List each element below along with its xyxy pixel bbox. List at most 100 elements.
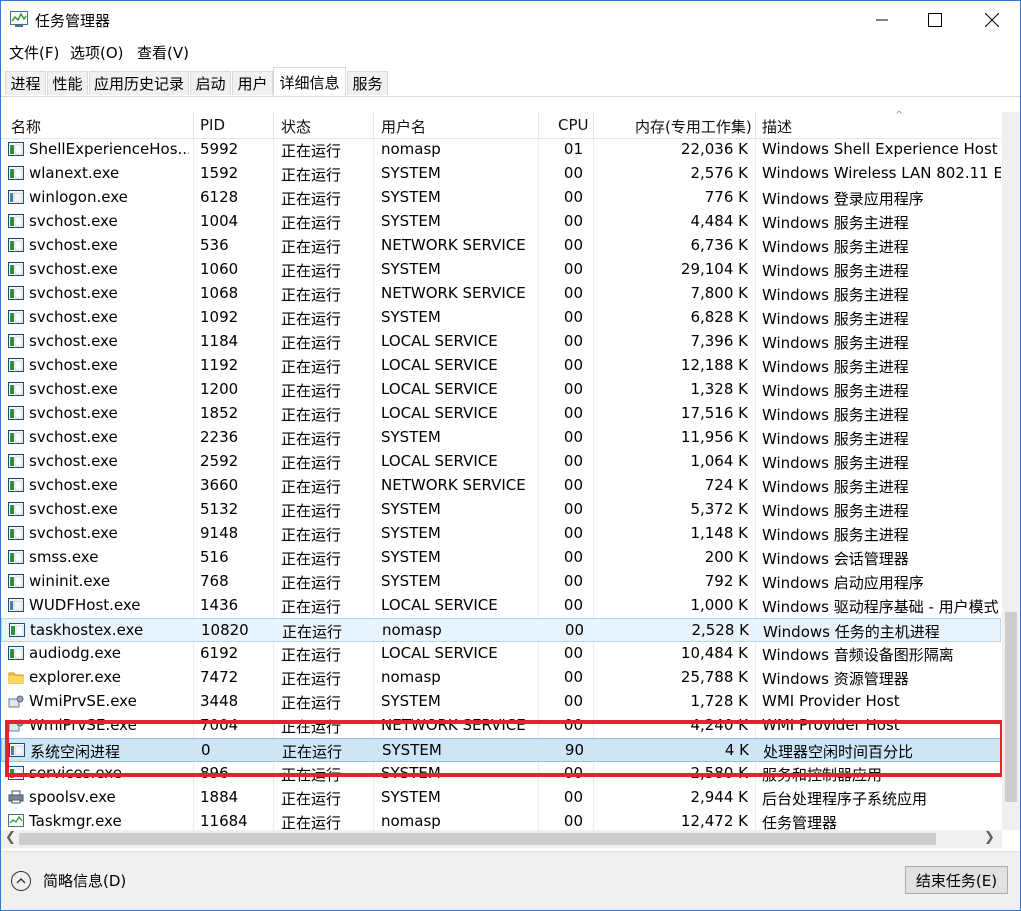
table-row[interactable]: Taskmgr.exe 11684 正在运行 nomasp 00 12,472 K 任务管理…	[1, 810, 1001, 830]
table-row[interactable]: svchost.exe 9148 正在运行 SYSTEM 00 1,148 K Window…	[1, 522, 1001, 546]
tab-performance[interactable]: 性能	[47, 71, 88, 95]
process-description: Windows 服务主进程	[762, 334, 909, 352]
process-user: SYSTEM	[381, 500, 441, 518]
table-row[interactable]: winlogon.exe 6128 正在运行 SYSTEM 00 776 K Windows…	[1, 186, 1001, 210]
horizontal-scroll-thumb[interactable]	[19, 833, 936, 845]
process-pid: 10820	[201, 621, 249, 639]
process-name: taskhostex.exe	[30, 621, 144, 639]
minimize-button[interactable]	[854, 1, 909, 38]
process-cpu: 00	[563, 188, 583, 206]
process-pid: 516	[200, 548, 229, 566]
table-row[interactable]: explorer.exe 7472 正在运行 nomasp 00 25,788 K Wind…	[1, 666, 1001, 690]
table-row[interactable]: taskhostex.exe 10820 正在运行 nomasp 00 2,528 K Wi…	[1, 618, 1001, 642]
process-pid: 2592	[200, 452, 239, 470]
column-header-status[interactable]: 状态	[281, 116, 311, 137]
table-row[interactable]: svchost.exe 1200 正在运行 LOCAL SERVICE 00 1,328 …	[1, 378, 1001, 402]
table-row[interactable]: 系统空闲进程 0 正在运行 SYSTEM 90 4 K 处理器空闲时间百分比	[1, 738, 1001, 762]
scroll-right-icon[interactable]: ❯	[984, 830, 995, 845]
table-row[interactable]: wininit.exe 768 正在运行 SYSTEM 00 792 K Windows 启…	[1, 570, 1001, 594]
table-row[interactable]: svchost.exe 1060 正在运行 SYSTEM 00 29,104 K Windo…	[1, 258, 1001, 282]
process-pid: 1884	[200, 788, 239, 806]
table-row[interactable]: WmiPrvSE.exe 3448 正在运行 SYSTEM 00 1,728 K WMI P…	[1, 690, 1001, 714]
process-cpu: 00	[563, 476, 583, 494]
table-row[interactable]: svchost.exe 1004 正在运行 SYSTEM 00 4,484 K Window…	[1, 210, 1001, 234]
scroll-left-icon[interactable]: ❮	[5, 830, 16, 845]
process-memory: 2,580 K	[690, 764, 748, 782]
process-cpu: 00	[563, 692, 583, 710]
table-row[interactable]: svchost.exe 1184 正在运行 LOCAL SERVICE 00 7,396 …	[1, 330, 1001, 354]
tab-services[interactable]: 服务	[347, 71, 388, 95]
process-status: 正在运行	[281, 502, 342, 520]
title-bar[interactable]: 任务管理器	[1, 1, 1020, 38]
process-memory: 29,104 K	[680, 260, 748, 278]
process-cpu: 00	[563, 812, 583, 830]
process-cpu: 00	[563, 596, 583, 614]
process-description: Windows 服务主进程	[762, 238, 909, 256]
process-user: LOCAL SERVICE	[381, 380, 498, 398]
table-row[interactable]: svchost.exe 1068 正在运行 NETWORK SERVICE 00 7,80…	[1, 282, 1001, 306]
table-row[interactable]: svchost.exe 1192 正在运行 LOCAL SERVICE 00 12,188…	[1, 354, 1001, 378]
tab-users[interactable]: 用户	[232, 71, 273, 95]
footer-bar: 简略信息(D) 结束任务(E)	[1, 851, 1020, 910]
process-name: svchost.exe	[29, 308, 118, 326]
process-status: 正在运行	[281, 790, 342, 808]
column-header-description[interactable]: 描述	[762, 116, 792, 137]
column-header-username[interactable]: 用户名	[381, 116, 426, 137]
table-row[interactable]: WUDFHost.exe 1436 正在运行 LOCAL SERVICE 00 1,000…	[1, 594, 1001, 618]
vertical-scroll-thumb[interactable]	[1005, 612, 1017, 802]
vertical-scrollbar[interactable]	[1002, 112, 1020, 830]
process-name: svchost.exe	[29, 332, 118, 350]
process-cpu: 00	[563, 236, 583, 254]
process-memory: 776 K	[704, 188, 748, 206]
menu-file[interactable]: 文件(F)	[9, 42, 59, 63]
fewer-details-button[interactable]: 简略信息(D)	[11, 870, 126, 891]
table-row[interactable]: svchost.exe 1092 正在运行 SYSTEM 00 6,828 K Window…	[1, 306, 1001, 330]
table-row[interactable]: svchost.exe 2592 正在运行 LOCAL SERVICE 00 1,064 …	[1, 450, 1001, 474]
process-cpu: 00	[563, 764, 583, 782]
process-cpu: 01	[563, 140, 583, 158]
table-row[interactable]: smss.exe 516 正在运行 SYSTEM 00 200 K Windows 会话管理…	[1, 546, 1001, 570]
horizontal-scrollbar[interactable]: ❮ ❯	[1, 830, 1002, 848]
maximize-icon	[927, 12, 942, 27]
table-row[interactable]: ShellExperienceHos... 5992 正在运行 nomasp 01 22,…	[1, 138, 1001, 162]
maximize-button[interactable]	[907, 1, 962, 38]
table-row[interactable]: WmiPrvSE.exe 7004 正在运行 NETWORK SERVICE 00 4,2…	[1, 714, 1001, 738]
app-icon	[8, 262, 24, 276]
close-button[interactable]	[964, 1, 1019, 38]
process-name: svchost.exe	[29, 356, 118, 374]
table-row[interactable]: svchost.exe 536 正在运行 NETWORK SERVICE 00 6,736…	[1, 234, 1001, 258]
table-row[interactable]: svchost.exe 1852 正在运行 LOCAL SERVICE 00 17,516…	[1, 402, 1001, 426]
process-pid: 7004	[200, 716, 239, 734]
table-row[interactable]: services.exe 896 正在运行 SYSTEM 00 2,580 K 服务和控制器…	[1, 762, 1001, 786]
tab-processes[interactable]: 进程	[5, 71, 46, 95]
menu-view[interactable]: 查看(V)	[137, 42, 189, 63]
table-row[interactable]: wlanext.exe 1592 正在运行 SYSTEM 00 2,576 K Window…	[1, 162, 1001, 186]
process-pid: 9148	[200, 524, 239, 542]
end-task-button[interactable]: 结束任务(E)	[905, 866, 1008, 894]
app-icon	[8, 166, 24, 180]
process-status: 正在运行	[281, 238, 342, 256]
column-header-name[interactable]: 名称	[11, 116, 41, 137]
process-memory: 4,240 K	[690, 716, 748, 734]
process-status: 正在运行	[281, 334, 342, 352]
table-row[interactable]: svchost.exe 3660 正在运行 NETWORK SERVICE 00 724 …	[1, 474, 1001, 498]
tab-startup[interactable]: 启动	[190, 71, 231, 95]
process-name: svchost.exe	[29, 428, 118, 446]
table-row[interactable]: audiodg.exe 6192 正在运行 LOCAL SERVICE 00 10,484…	[1, 642, 1001, 666]
app-icon	[8, 526, 24, 540]
menu-options[interactable]: 选项(O)	[70, 42, 124, 63]
column-header-pid[interactable]: PID	[200, 116, 225, 134]
table-row[interactable]: spoolsv.exe 1884 正在运行 SYSTEM 00 2,944 K 后台处理程序…	[1, 786, 1001, 810]
tab-app-history[interactable]: 应用历史记录	[89, 71, 189, 95]
tab-details[interactable]: 详细信息	[273, 67, 346, 96]
process-name: svchost.exe	[29, 452, 118, 470]
process-name: winlogon.exe	[29, 188, 128, 206]
table-row[interactable]: svchost.exe 5132 正在运行 SYSTEM 00 5,372 K Window…	[1, 498, 1001, 522]
table-row[interactable]: svchost.exe 2236 正在运行 SYSTEM 00 11,956 K Windo…	[1, 426, 1001, 450]
process-description: Windows 资源管理器	[762, 670, 909, 688]
process-status: 正在运行	[281, 478, 342, 496]
column-header-cpu[interactable]: CPU	[558, 116, 589, 134]
process-description: 任务管理器	[762, 814, 838, 830]
process-table: ShellExperienceHos... 5992 正在运行 nomasp 01 22,…	[1, 138, 1001, 830]
column-header-memory[interactable]: 内存(专用工作集)	[635, 116, 752, 137]
